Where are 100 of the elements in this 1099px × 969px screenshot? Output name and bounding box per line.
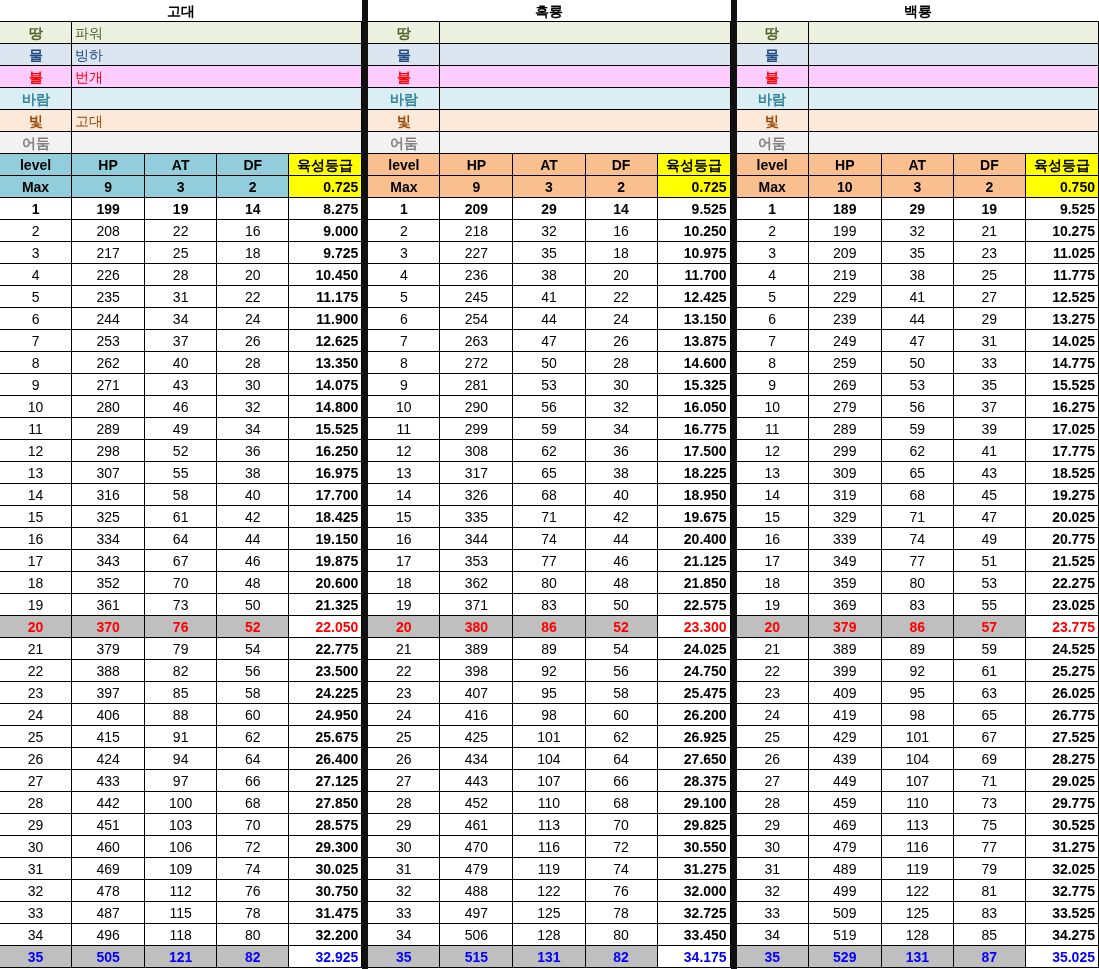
- table-cell: 15.525: [1025, 374, 1099, 396]
- column-header: 육성등급: [657, 154, 731, 176]
- table-cell: 104: [881, 748, 954, 770]
- table-cell: 64: [217, 748, 290, 770]
- table-cell: 20.025: [1025, 506, 1099, 528]
- table-cell: 47: [881, 330, 954, 352]
- table-cell: 406: [72, 704, 146, 726]
- table-cell: 41: [953, 440, 1026, 462]
- row-label: 어둠: [368, 132, 441, 154]
- table-cell: 8: [736, 352, 809, 374]
- table-cell: 22: [0, 660, 73, 682]
- table-cell: 352: [72, 572, 146, 594]
- table-cell: 16: [368, 528, 441, 550]
- table-cell: 14.025: [1025, 330, 1099, 352]
- table-cell: 11: [736, 418, 809, 440]
- table-cell: 12: [736, 440, 809, 462]
- table-cell: 115: [145, 902, 218, 924]
- table-cell: 83: [953, 902, 1026, 924]
- table-cell: 479: [808, 836, 882, 858]
- table-cell: 219: [808, 264, 882, 286]
- table-cell: 33: [953, 352, 1026, 374]
- table-cell: 125: [513, 902, 586, 924]
- table-cell: 439: [808, 748, 882, 770]
- table-cell: 32: [881, 220, 954, 242]
- table-cell: 22.050: [289, 616, 363, 638]
- table-cell: 10: [808, 176, 882, 198]
- table-cell: 95: [513, 682, 586, 704]
- table-cell: 259: [808, 352, 882, 374]
- table-cell: 32.925: [289, 946, 363, 968]
- table-cell: 469: [72, 858, 146, 880]
- row-label: 바람: [0, 88, 73, 110]
- table-cell: 299: [440, 418, 514, 440]
- table-cell: 41: [881, 286, 954, 308]
- column-header: HP: [808, 154, 882, 176]
- table-cell: 290: [440, 396, 514, 418]
- table-cell: 389: [440, 638, 514, 660]
- table-cell: 16: [217, 220, 290, 242]
- table-cell: 29: [368, 814, 441, 836]
- column-header: 육성등급: [289, 154, 363, 176]
- table-cell: 199: [808, 220, 882, 242]
- table-cell: 131: [513, 946, 586, 968]
- table-cell: 19: [953, 198, 1026, 220]
- table-cell: 53: [881, 374, 954, 396]
- table-cell: 70: [217, 814, 290, 836]
- table-cell: 34: [217, 418, 290, 440]
- table-cell: 37: [145, 330, 218, 352]
- table-cell: 70: [585, 814, 658, 836]
- table-cell: 235: [72, 286, 146, 308]
- table-cell: 56: [217, 660, 290, 682]
- table-cell: 35.025: [1025, 946, 1099, 968]
- table-cell: 60: [585, 704, 658, 726]
- table-cell: 419: [808, 704, 882, 726]
- table-cell: 452: [440, 792, 514, 814]
- table-cell: 249: [808, 330, 882, 352]
- table-cell: 77: [513, 550, 586, 572]
- table-cell: 58: [585, 682, 658, 704]
- table-cell: 62: [217, 726, 290, 748]
- table-cell: 14: [0, 484, 73, 506]
- table-cell: 31: [0, 858, 73, 880]
- table-cell: 5: [0, 286, 73, 308]
- table-cell: 16: [585, 220, 658, 242]
- table-cell: 21.525: [1025, 550, 1099, 572]
- table-cell: 0.725: [657, 176, 731, 198]
- table-cell: 52: [585, 616, 658, 638]
- table-cell: 86: [513, 616, 586, 638]
- table-cell: 279: [808, 396, 882, 418]
- table-cell: 217: [72, 242, 146, 264]
- table-cell: 0.725: [289, 176, 363, 198]
- table-cell: 113: [513, 814, 586, 836]
- table-cell: 499: [808, 880, 882, 902]
- table-cell: 112: [145, 880, 218, 902]
- table-cell: 53: [953, 572, 1026, 594]
- table-cell: 88: [145, 704, 218, 726]
- table-cell: 17: [0, 550, 73, 572]
- table-cell: 308: [440, 440, 514, 462]
- table-cell: 515: [440, 946, 514, 968]
- row-label: Max: [368, 176, 441, 198]
- table-cell: 23: [0, 682, 73, 704]
- row-label: 땅: [736, 22, 809, 44]
- table-cell: 218: [440, 220, 514, 242]
- table-cell: 29.025: [1025, 770, 1099, 792]
- table-cell: 76: [585, 880, 658, 902]
- table-cell: 26.775: [1025, 704, 1099, 726]
- column-header: level: [0, 154, 73, 176]
- table-cell: 9: [736, 374, 809, 396]
- table-cell: 199: [72, 198, 146, 220]
- table-cell: 121: [145, 946, 218, 968]
- table-cell: 66: [217, 770, 290, 792]
- table-cell: 3: [881, 176, 954, 198]
- table-cell: 87: [953, 946, 1026, 968]
- table-cell: 34: [585, 418, 658, 440]
- table-cell: 65: [953, 704, 1026, 726]
- table-cell: 27: [736, 770, 809, 792]
- table-cell: 407: [440, 682, 514, 704]
- table-cell: 429: [808, 726, 882, 748]
- table-cell: 10.250: [657, 220, 731, 242]
- table-cell: 21: [953, 220, 1026, 242]
- table-cell: 26.025: [1025, 682, 1099, 704]
- table-cell: 66: [585, 770, 658, 792]
- table-cell: 25.275: [1025, 660, 1099, 682]
